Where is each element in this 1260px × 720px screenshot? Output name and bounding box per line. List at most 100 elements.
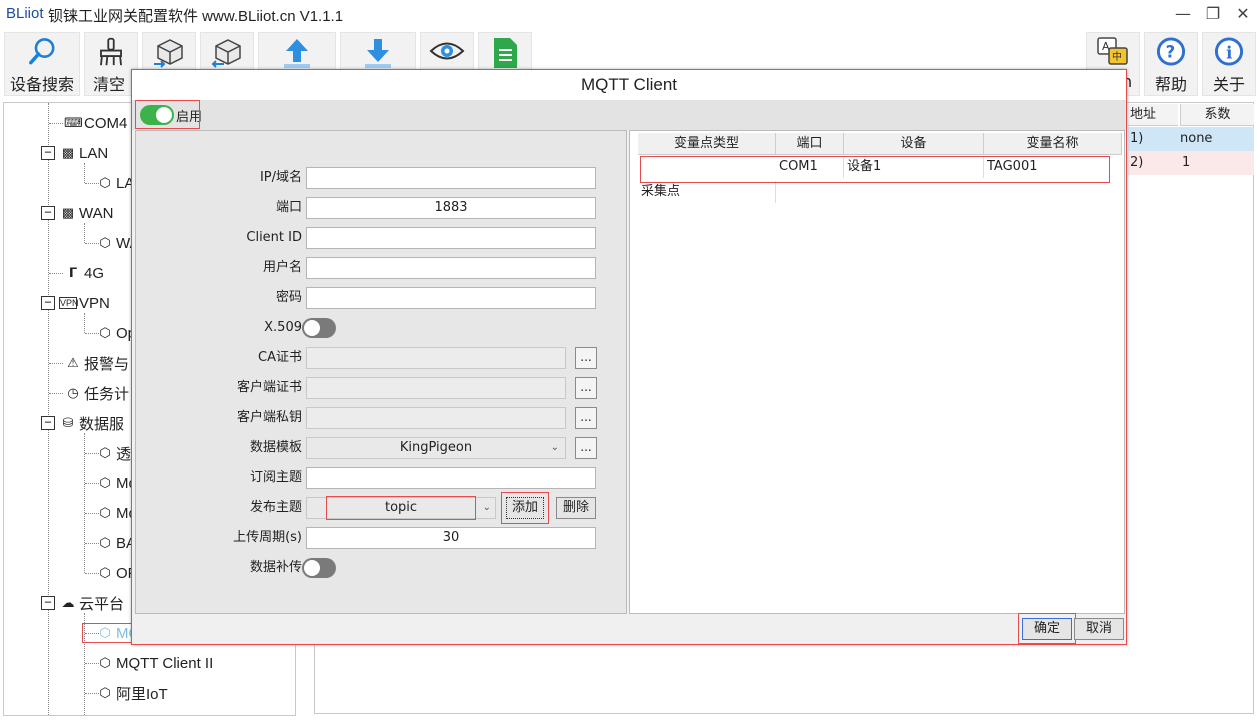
serial-port-icon: ⌨ [64, 115, 83, 130]
antenna-icon: 𝝘 [68, 265, 78, 280]
device-search-button[interactable]: 设备搜索 [4, 32, 80, 96]
period-input[interactable]: 30 [306, 527, 596, 549]
ca-cert-input [306, 347, 566, 369]
resend-toggle[interactable] [302, 558, 336, 578]
ip-label: IP/域名 [259, 170, 302, 185]
language-icon: A 中 [1097, 37, 1128, 65]
clear-button[interactable]: 清空 [84, 32, 138, 96]
mqtt-client-dialog: MQTT Client 启用 IP/域名 端口 1883 Client ID 用… [131, 69, 1127, 645]
table-cell-address: 1) [1130, 131, 1144, 146]
ca-cert-label: CA证书 [258, 350, 302, 365]
password-label: 密码 [275, 290, 302, 305]
title-bar: BLiiot 钡铼工业网关配置软件 www.BLiiot.cn V1.1.1 —… [0, 0, 1260, 30]
tree-item-mqtt-client-2[interactable]: ⬡ MQTT Client II [96, 649, 213, 677]
network-icon: ▩ [61, 145, 75, 160]
cancel-button[interactable]: 取消 [1074, 618, 1124, 640]
highlight-box [501, 492, 549, 524]
period-label: 上传周期(s) [233, 530, 302, 545]
box-arrow-in-icon [154, 39, 183, 68]
column-header-device[interactable]: 设备 [844, 133, 984, 155]
resend-label: 数据补传 [249, 560, 302, 575]
tree-item-cloud[interactable]: − ☁ 云平台 [41, 589, 124, 617]
collapse-icon[interactable]: − [41, 206, 55, 220]
highlight-box [640, 156, 1110, 183]
highlight-box [135, 100, 200, 129]
tree-item-ds4[interactable]: ⬡ BA [96, 529, 136, 557]
publish-label: 发布主题 [249, 500, 302, 515]
enable-bar: 启用 [132, 100, 1126, 130]
eye-icon [429, 42, 465, 60]
cube-icon: ⬡ [99, 175, 111, 190]
subscribe-input[interactable] [306, 467, 596, 489]
client-cert-input [306, 377, 566, 399]
client-key-browse-button[interactable]: ... [575, 407, 597, 429]
collapse-icon[interactable]: − [41, 296, 55, 310]
tree-item-ds1[interactable]: ⬡ 透 [96, 439, 131, 467]
delete-topic-button[interactable]: 删除 [556, 497, 596, 519]
cube-icon: ⬡ [99, 565, 111, 580]
column-header-port[interactable]: 端口 [776, 133, 844, 155]
cloud-icon: ☁ [61, 595, 75, 610]
tree-item-alarm[interactable]: ⚠ 报警与 [64, 349, 129, 377]
tree-item-vpn[interactable]: − VPN VPN [41, 289, 110, 317]
svg-text:?: ? [1166, 42, 1176, 61]
client-key-label: 客户端私钥 [236, 410, 302, 425]
collapse-icon[interactable]: − [41, 416, 55, 430]
dialog-title: MQTT Client [132, 70, 1126, 100]
table-cell-address: 2) [1130, 155, 1144, 170]
window-title: 钡铼工业网关配置软件 www.BLiiot.cn V1.1.1 [48, 8, 344, 25]
ca-cert-browse-button[interactable]: ... [575, 347, 597, 369]
cube-icon: ⬡ [99, 475, 111, 490]
cube-icon: ⬡ [99, 505, 111, 520]
username-input[interactable] [306, 257, 596, 279]
svg-text:中: 中 [1112, 50, 1122, 63]
ip-input[interactable] [306, 167, 596, 189]
connection-form: IP/域名 端口 1883 Client ID 用户名 密码 X.509 CA证… [135, 130, 627, 614]
collapse-icon[interactable]: − [41, 146, 55, 160]
tree-item-task[interactable]: ◷ 任务计 [64, 379, 129, 407]
tree-item-vpn-child[interactable]: ⬡ Op [96, 319, 136, 347]
tree-item-wan[interactable]: − ▩ WAN [41, 199, 113, 227]
column-header-address[interactable]: 地址 [1128, 104, 1178, 126]
tree-item-lan[interactable]: − ▩ LAN [41, 139, 108, 167]
column-header-tag-name[interactable]: 变量名称 [984, 133, 1122, 155]
column-header-type[interactable]: 变量点类型 [638, 133, 776, 155]
client-cert-browse-button[interactable]: ... [575, 377, 597, 399]
highlight-box [326, 496, 476, 520]
template-select[interactable]: KingPigeon ⌄ [306, 437, 566, 459]
tree-item-4g[interactable]: 𝝘 4G [64, 259, 104, 287]
tree-item-com4[interactable]: ⌨ COM4 [64, 109, 127, 137]
client-cert-label: 客户端证书 [236, 380, 302, 395]
highlight-box [1018, 613, 1076, 644]
alarm-icon: ⚠ [67, 355, 79, 370]
tree-item-lan-child[interactable]: ⬡ LA [96, 169, 134, 197]
restore-icon[interactable]: ❐ [1200, 3, 1226, 25]
template-edit-button[interactable]: ... [575, 437, 597, 459]
box-arrow-out-icon [211, 39, 241, 68]
port-input[interactable]: 1883 [306, 197, 596, 219]
tree-item-data-service[interactable]: − ⛁ 数据服 [41, 409, 124, 437]
tree-item-aliyun[interactable]: ⬡ 阿里IoT [96, 679, 167, 707]
cube-icon: ⬡ [99, 445, 111, 460]
network-icon: ▩ [61, 205, 75, 220]
close-icon[interactable]: ✕ [1230, 3, 1256, 25]
chevron-down-icon: ⌄ [482, 502, 491, 513]
about-button[interactable]: i 关于 [1202, 32, 1256, 96]
password-input[interactable] [306, 287, 596, 309]
cube-icon: ⬡ [99, 655, 111, 670]
help-button[interactable]: ? 帮助 [1144, 32, 1198, 96]
about-label: 关于 [1212, 77, 1245, 94]
table-cell-coefficient: none [1180, 131, 1213, 146]
collapse-icon[interactable]: − [41, 596, 55, 610]
table-row[interactable] [1128, 151, 1254, 175]
clear-label: 清空 [93, 77, 126, 94]
x509-toggle[interactable] [302, 318, 336, 338]
minimize-icon[interactable]: — [1170, 3, 1196, 25]
download-arrow-icon [365, 39, 391, 68]
help-icon: ? [1156, 37, 1186, 66]
table-cell-coefficient: 1 [1182, 155, 1191, 170]
column-header-coefficient[interactable]: 系数 [1180, 104, 1254, 126]
search-icon [29, 38, 55, 65]
vpn-icon: VPN [59, 297, 79, 309]
clientid-input[interactable] [306, 227, 596, 249]
